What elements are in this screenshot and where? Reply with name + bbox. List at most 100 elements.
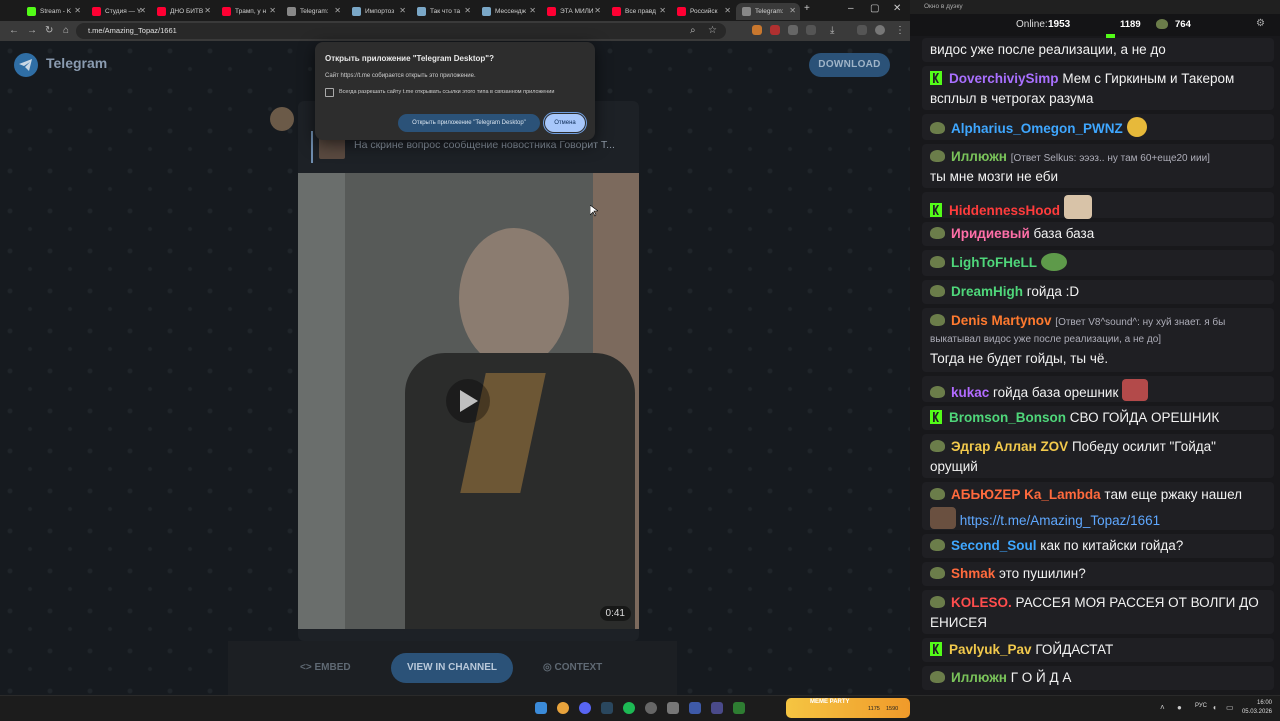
always-allow-label[interactable]: Всегда разрешать сайту t.me открывать сс… [339, 89, 554, 95]
tab[interactable]: Импортоз ✕ [346, 3, 410, 20]
microphone-icon[interactable]: ● [1177, 703, 1182, 712]
tab[interactable]: ДНО БИТВ ✕ [151, 3, 215, 20]
username[interactable]: Иллюжн [951, 149, 1007, 164]
chat-message: HiddennessHood [922, 192, 1274, 219]
tab-close-icon[interactable]: ✕ [594, 6, 601, 15]
code-icon: <> [300, 662, 315, 673]
volume-icon[interactable]: ◖ [1212, 703, 1217, 712]
tab[interactable]: Telegram: ✕ [281, 3, 345, 20]
download-button[interactable]: DOWNLOAD [809, 53, 890, 77]
cancel-button[interactable]: Отмена [543, 112, 587, 134]
tab[interactable]: Все правд ✕ [606, 3, 670, 20]
tab-close-icon[interactable]: ✕ [529, 6, 536, 15]
extension-icon[interactable] [752, 25, 762, 35]
taskbar: MEME PARTY 1175 1590 ˄ ● РУС ◖ ▭ 16:00 0… [0, 695, 1280, 721]
new-tab-icon[interactable]: + [804, 3, 810, 14]
back-icon[interactable]: ← [9, 25, 19, 36]
online-count: 1953 [1048, 19, 1071, 30]
tab-close-icon[interactable]: ✕ [659, 6, 666, 15]
discord-icon[interactable] [579, 702, 591, 714]
username[interactable]: Pavlyuk_Pav [949, 642, 1032, 657]
tab[interactable]: Трамп, у н ✕ [216, 3, 280, 20]
message-link[interactable]: https://t.me/Amazing_Topaz/1661 [960, 513, 1160, 528]
tab-close-icon[interactable]: ✕ [724, 6, 731, 15]
username[interactable]: Иллюжн [951, 670, 1007, 685]
username[interactable]: Shmak [951, 566, 995, 581]
username[interactable]: АБЬЮZЕР [951, 487, 1020, 502]
username-2[interactable]: Ka_Lambda [1024, 487, 1101, 502]
app-icon[interactable] [689, 702, 701, 714]
extensions-puzzle-icon[interactable] [806, 25, 816, 35]
username[interactable]: Эдгар Аллан ZOV [951, 439, 1068, 454]
context-button[interactable]: ◎ CONTEXT [543, 653, 602, 683]
settings-icon[interactable]: ⚙ [1256, 18, 1265, 29]
username[interactable]: HiddennessHood [949, 203, 1060, 218]
chrome-icon[interactable] [557, 702, 569, 714]
app-icon[interactable] [667, 702, 679, 714]
tab[interactable]: Студия — Y ✕ [86, 3, 150, 20]
tab-close-icon[interactable]: ✕ [74, 6, 81, 15]
address-bar[interactable]: t.me/Amazing_Topaz/1661 [76, 23, 726, 39]
username[interactable]: Alpharius_Omegon_PWNZ [951, 121, 1123, 136]
username[interactable]: LighToFHeLL [951, 255, 1037, 270]
username[interactable]: Иридиевый [951, 226, 1030, 241]
tab[interactable]: ЭТА МИЛИ ✕ [541, 3, 605, 20]
battery-icon[interactable]: ▭ [1226, 703, 1234, 712]
chat-message: LighToFHeLL [922, 250, 1274, 276]
tab[interactable]: Так что та ✕ [411, 3, 475, 20]
username[interactable]: Second_Soul [951, 538, 1037, 553]
tab[interactable]: Мессендж ✕ [476, 3, 540, 20]
home-icon[interactable]: ⌂ [63, 25, 69, 36]
menu-icon[interactable]: ⋮ [895, 25, 905, 36]
tab-close-icon[interactable]: ✕ [204, 6, 211, 15]
channel-avatar[interactable] [270, 107, 294, 131]
sidebar-icon[interactable] [857, 25, 867, 35]
always-allow-checkbox[interactable] [325, 88, 334, 97]
extension-icon[interactable] [788, 25, 798, 35]
maximize-icon[interactable]: ▢ [870, 3, 879, 14]
tab-close-icon[interactable]: ✕ [399, 6, 406, 15]
tab[interactable]: Российск ✕ [671, 3, 735, 20]
video-player[interactable]: 0:41 [298, 173, 639, 629]
open-app-button[interactable]: Открыть приложение "Telegram Desktop" [398, 114, 540, 132]
chat-message: видос уже после реализации, а не до [922, 38, 1274, 62]
spotify-icon[interactable] [623, 702, 635, 714]
forward-icon[interactable]: → [27, 25, 37, 36]
bookmark-star-icon[interactable]: ☆ [708, 25, 717, 36]
profile-avatar[interactable] [875, 25, 885, 35]
steam-icon[interactable] [601, 702, 613, 714]
download-icon[interactable]: ⤓ [830, 25, 834, 36]
username[interactable]: DreamHigh [951, 284, 1023, 299]
play-icon[interactable] [446, 379, 490, 423]
tab-close-icon[interactable]: ✕ [789, 6, 796, 15]
clock-date[interactable]: 05.03.2026 [1236, 709, 1272, 715]
tray-chevron-icon[interactable]: ˄ [1160, 703, 1165, 712]
reload-icon[interactable]: ↻ [45, 25, 53, 36]
username[interactable]: DoverchiviySimp [949, 71, 1059, 86]
embed-button[interactable]: <> EMBED [300, 653, 351, 683]
minimize-icon[interactable]: – [848, 3, 854, 14]
app-icon[interactable] [733, 702, 745, 714]
view-in-channel-button[interactable]: VIEW IN CHANNEL [391, 653, 513, 683]
chat-message: Иллюжн Г О Й Д А [922, 666, 1274, 690]
zoom-icon[interactable]: ⌕ [690, 25, 696, 36]
app-icon[interactable] [645, 702, 657, 714]
browser-window: Stream - K ✕ Студия — Y ✕ ДНО БИТВ ✕ Трамп,… [0, 0, 910, 695]
tab-close-icon[interactable]: ✕ [464, 6, 471, 15]
tab-close-icon[interactable]: ✕ [139, 6, 146, 15]
tab-close-icon[interactable]: ✕ [334, 6, 341, 15]
app-icon[interactable] [711, 702, 723, 714]
username[interactable]: KOLESO. [951, 595, 1012, 610]
tab[interactable]: Stream - K ✕ [21, 3, 85, 20]
meme-party-widget[interactable]: MEME PARTY 1175 1590 [786, 698, 910, 718]
username[interactable]: kukac [951, 385, 989, 400]
language-indicator[interactable]: РУС [1195, 703, 1207, 709]
username[interactable]: Denis Martynov [951, 313, 1052, 328]
clock-time[interactable]: 16:00 [1242, 700, 1272, 706]
tab-active[interactable]: Telegram: ✕ [736, 3, 800, 20]
close-window-icon[interactable]: ✕ [893, 3, 901, 14]
username[interactable]: Bromson_Bonson [949, 410, 1066, 425]
extension-icon[interactable] [770, 25, 780, 35]
tab-close-icon[interactable]: ✕ [269, 6, 276, 15]
start-icon[interactable] [535, 702, 547, 714]
